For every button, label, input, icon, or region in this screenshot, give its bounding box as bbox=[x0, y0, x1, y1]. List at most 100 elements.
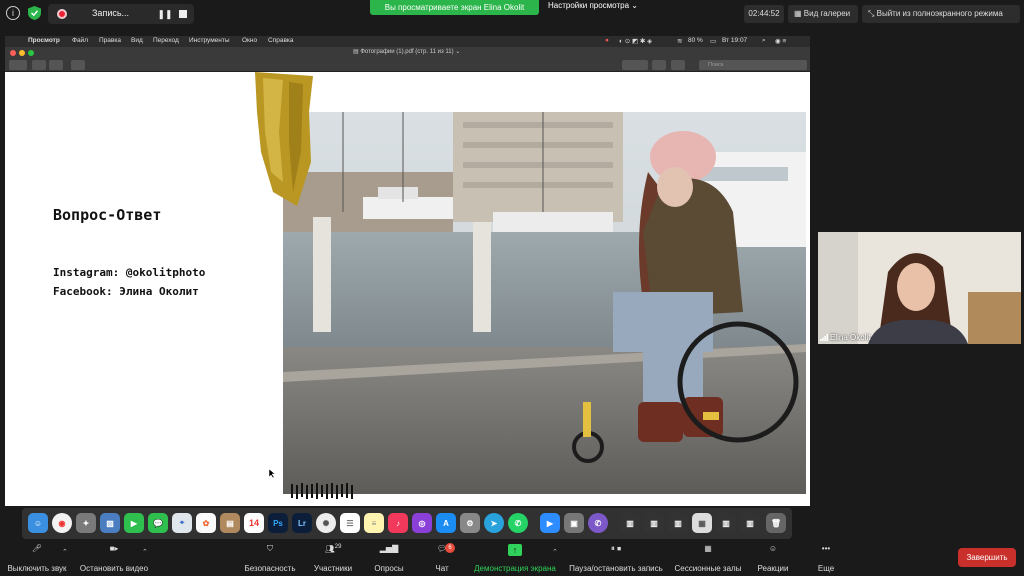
menu-preview[interactable]: Просмотр bbox=[28, 37, 60, 44]
photo-browser-icon[interactable]: ▨ bbox=[100, 513, 120, 533]
zoom-app-icon[interactable]: ▶ bbox=[540, 513, 560, 533]
document-title: ▤ Фотографии (1).pdf (стр. 11 из 11) ⌄ bbox=[353, 48, 460, 55]
dock-window-thumbnail[interactable]: ▥ bbox=[668, 513, 688, 533]
dock-window-thumbnail[interactable]: ▦ bbox=[692, 513, 712, 533]
telegram-icon[interactable]: ➤ bbox=[484, 513, 504, 533]
annotate-icon[interactable] bbox=[671, 60, 685, 70]
menu-help[interactable]: Справка bbox=[268, 37, 294, 44]
menu-tools[interactable]: Инструменты bbox=[189, 37, 230, 44]
shield-check-icon[interactable] bbox=[28, 6, 41, 20]
grid-icon: ▦ bbox=[794, 9, 804, 18]
facetime-icon[interactable]: ▶ bbox=[124, 513, 144, 533]
viber-icon[interactable]: ✆ bbox=[588, 513, 608, 533]
participants-button[interactable]: 👥︎29 Участники bbox=[308, 544, 358, 573]
menu-view[interactable]: Вид bbox=[131, 37, 143, 44]
mouse-cursor-icon bbox=[269, 469, 275, 478]
photoshop-icon[interactable]: Ps bbox=[268, 513, 288, 533]
slide-title: Вопрос-Ответ bbox=[53, 206, 162, 224]
share-options-caret[interactable]: ⌃ bbox=[552, 548, 558, 556]
chrome-icon[interactable]: ◉ bbox=[52, 513, 72, 533]
dock-window-thumbnail[interactable]: ▥ bbox=[740, 513, 760, 533]
close-icon[interactable] bbox=[10, 50, 16, 56]
system-preferences-icon[interactable]: ⚙ bbox=[460, 513, 480, 533]
lightroom-icon[interactable]: Lr bbox=[292, 513, 312, 533]
rotate-icon[interactable] bbox=[652, 60, 666, 70]
sidebar-toggle-icon[interactable] bbox=[9, 60, 27, 70]
photos-icon[interactable]: ✿ bbox=[196, 513, 216, 533]
minimize-icon[interactable] bbox=[19, 50, 25, 56]
notes-icon[interactable]: ≡ bbox=[364, 513, 384, 533]
shared-screen: Просмотр Файл Правка Вид Переход Инструм… bbox=[5, 36, 810, 506]
document-title-label: Фотографии (1).pdf (стр. 11 из 11) bbox=[360, 49, 454, 55]
spotlight-icon: ⌕ bbox=[762, 37, 766, 44]
status-icon: ● bbox=[605, 37, 609, 44]
chat-label: Чат bbox=[435, 564, 449, 573]
security-button[interactable]: ⛉ Безопасность bbox=[242, 544, 298, 573]
app-store-icon[interactable]: A bbox=[436, 513, 456, 533]
chat-unread-badge: 6 bbox=[445, 543, 455, 553]
notes-book-icon[interactable]: ▤ bbox=[220, 513, 240, 533]
launchpad-icon[interactable]: ✦ bbox=[76, 513, 96, 533]
breakout-rooms-button[interactable]: ▦ Сессионные залы bbox=[672, 544, 744, 573]
podcasts-icon[interactable]: ◎ bbox=[412, 513, 432, 533]
zoom-out-icon[interactable] bbox=[32, 60, 46, 70]
info-icon[interactable]: i bbox=[6, 6, 20, 20]
menu-edit[interactable]: Правка bbox=[99, 37, 121, 44]
music-icon[interactable]: ♪ bbox=[388, 513, 408, 533]
preview-app-icon[interactable]: ▣ bbox=[564, 513, 584, 533]
meeting-controls-bar: 🎤︎ Выключить звук ⌃ ■▸ Остановить видео … bbox=[0, 540, 1024, 576]
window-title-bar: ▤ Фотографии (1).pdf (стр. 11 из 11) ⌄ bbox=[5, 47, 810, 58]
share-icon[interactable] bbox=[71, 60, 85, 70]
zoom-in-icon[interactable] bbox=[49, 60, 63, 70]
security-label: Безопасность bbox=[244, 564, 296, 573]
more-button[interactable]: ••• Еще bbox=[808, 544, 844, 573]
mute-label: Выключить звук bbox=[7, 564, 67, 573]
mac-dock: ☺ ◉ ✦ ▨ ▶ 💬 ⌖ ✿ ▤ 14 Ps Lr ✺ ☰ ≡ ♪ ◎ A ⚙… bbox=[22, 508, 792, 539]
pause-recording-label: Пауза/остановить запись bbox=[569, 564, 663, 573]
dock-window-thumbnail[interactable]: ▥ bbox=[620, 513, 640, 533]
pause-recording-icon[interactable]: ❚❚ bbox=[157, 8, 172, 20]
finder-icon[interactable]: ☺ bbox=[28, 513, 48, 533]
messages-icon[interactable]: 💬 bbox=[148, 513, 168, 533]
dock-window-thumbnail[interactable]: ▥ bbox=[716, 513, 736, 533]
menu-file[interactable]: Файл bbox=[72, 37, 88, 44]
pause-stop-recording-button[interactable]: ⏸︎ ⏹︎ Пауза/остановить запись bbox=[566, 544, 666, 573]
maps-icon[interactable]: ⌖ bbox=[172, 513, 192, 533]
stop-recording-icon[interactable] bbox=[179, 10, 187, 18]
menu-go[interactable]: Переход bbox=[153, 37, 179, 44]
trash-icon[interactable]: 🗑 bbox=[766, 513, 786, 533]
stop-video-label: Остановить видео bbox=[79, 564, 149, 573]
exit-fullscreen-button[interactable]: ⤡ Выйти из полноэкранного режима bbox=[862, 5, 1020, 23]
dock-window-thumbnail[interactable]: ▥ bbox=[644, 513, 664, 533]
stop-video-button[interactable]: ■▸ Остановить видео bbox=[76, 544, 152, 573]
aperture-icon[interactable]: ✺ bbox=[316, 513, 336, 533]
wifi-icon: ≋ bbox=[677, 38, 683, 45]
reactions-label: Реакции bbox=[757, 564, 789, 573]
search-input[interactable]: Поиск bbox=[699, 60, 807, 70]
zoom-icon[interactable] bbox=[28, 50, 34, 56]
reminders-icon[interactable]: ☰ bbox=[340, 513, 360, 533]
participants-label: Участники bbox=[313, 564, 353, 573]
view-settings-dropdown[interactable]: Настройки просмотра ⌄ bbox=[548, 1, 638, 15]
participant-video-tile[interactable]: Elina Okolit bbox=[818, 232, 1021, 344]
clock-label: Вт 19:07 bbox=[722, 37, 748, 44]
gold-brush-stroke bbox=[255, 72, 313, 206]
calendar-icon[interactable]: 14 bbox=[244, 513, 264, 533]
share-screen-button[interactable]: ↑ Демонстрация экрана bbox=[470, 544, 560, 573]
polls-button[interactable]: ▂▅▇ Опросы bbox=[368, 544, 410, 573]
markup-pen-icon[interactable] bbox=[622, 60, 648, 70]
end-meeting-button[interactable]: Завершить bbox=[958, 548, 1016, 567]
gallery-view-button[interactable]: ▦ Вид галереи bbox=[788, 5, 858, 23]
menu-window[interactable]: Окно bbox=[242, 37, 257, 44]
reactions-button[interactable]: ☺︎ Реакции bbox=[752, 544, 794, 573]
record-dot-icon bbox=[57, 9, 67, 19]
video-options-caret[interactable]: ⌃ bbox=[142, 548, 148, 556]
signal-bars-icon bbox=[820, 334, 828, 341]
harbor-photo bbox=[283, 112, 806, 494]
share-screen-label: Демонстрация экрана bbox=[474, 564, 556, 573]
audio-options-caret[interactable]: ⌃ bbox=[62, 548, 68, 556]
pdf-slide: Вопрос-Ответ Instagram: @okolitphoto Fac… bbox=[5, 72, 810, 506]
zoom-top-bar: i Запись... ❚❚ Вы просматриваете экран E… bbox=[0, 0, 1024, 28]
whatsapp-icon[interactable]: ✆ bbox=[508, 513, 528, 533]
chevron-down-icon: ⌄ bbox=[631, 1, 638, 10]
